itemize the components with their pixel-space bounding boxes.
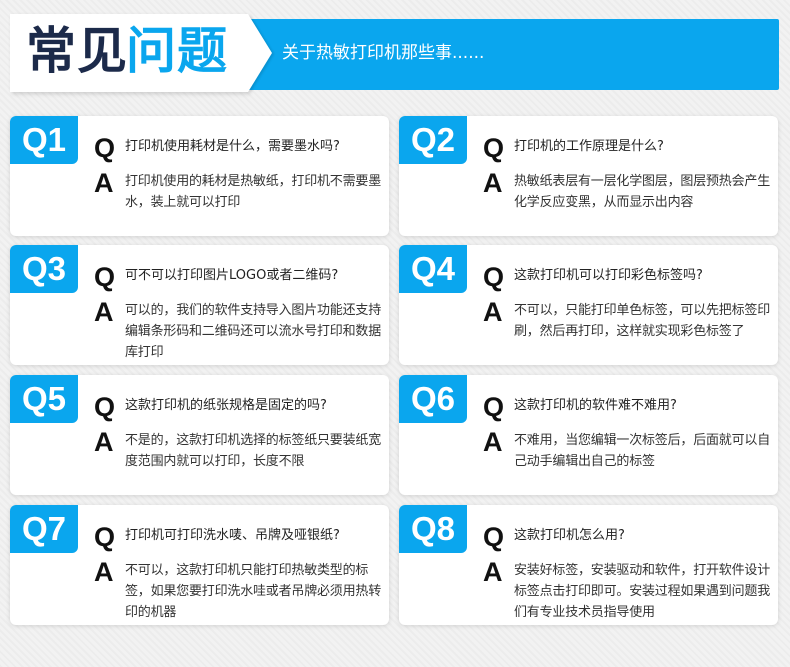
question-text: 这款打印机的纸张规格是固定的吗?	[125, 398, 327, 413]
question-number-tag: Q5	[10, 375, 78, 423]
question-text: 可不可以打印图片LOGO或者二维码?	[125, 268, 339, 283]
answer-letter: A	[483, 427, 503, 457]
faq-card-4: Q4 Q 这款打印机可以打印彩色标签吗? A 不可以，只能打印单色标签，可以先把…	[399, 245, 778, 365]
answer-letter: A	[94, 297, 114, 327]
answer-text: 安装好标签，安装驱动和软件，打开软件设计标签点击打印即可。安装过程如果遇到问题我…	[514, 563, 771, 620]
question-letter: Q	[94, 392, 116, 422]
faq-card-6: Q6 Q 这款打印机的软件难不难用? A 不难用，当您编辑一次标签后，后面就可以…	[399, 375, 778, 495]
page-subtitle: 关于热敏打印机那些事......	[282, 43, 485, 63]
answer-text: 不可以，这款打印机只能打印热敏类型的标签，如果您要打印洗水哇或者吊牌必须用热转印…	[125, 563, 382, 620]
question-text: 这款打印机的软件难不难用?	[514, 398, 677, 413]
answer-letter: A	[94, 427, 114, 457]
faq-card-1: Q1 Q 打印机使用耗材是什么，需要墨水吗? A 打印机使用的耗材是热敏纸，打印…	[10, 116, 389, 236]
answer-text: 不是的，这款打印机选择的标签纸只要装纸宽度范围内就可以打印，长度不限	[125, 433, 382, 469]
faq-card-7: Q7 Q 打印机可打印洗水唛、吊牌及哑银纸? A 不可以，这款打印机只能打印热敏…	[10, 505, 389, 625]
question-number-tag: Q8	[399, 505, 467, 553]
question-letter: Q	[483, 522, 505, 552]
question-number-tag: Q3	[10, 245, 78, 293]
question-letter: Q	[94, 262, 116, 292]
question-number-tag: Q2	[399, 116, 467, 164]
answer-text: 可以的，我们的软件支持导入图片功能还支持编辑条形码和二维码还可以流水号打印和数据…	[125, 303, 382, 360]
faq-card-5: Q5 Q 这款打印机的纸张规格是固定的吗? A 不是的，这款打印机选择的标签纸只…	[10, 375, 389, 495]
question-number-tag: Q4	[399, 245, 467, 293]
answer-text: 不难用，当您编辑一次标签后，后面就可以自己动手编辑出自己的标签	[514, 433, 771, 469]
faq-card-2: Q2 Q 打印机的工作原理是什么? A 热敏纸表层有一层化学图层，图层预热会产生…	[399, 116, 778, 236]
question-number-tag: Q6	[399, 375, 467, 423]
answer-letter: A	[483, 168, 503, 198]
question-letter: Q	[94, 133, 116, 163]
question-letter: Q	[483, 392, 505, 422]
question-number-tag: Q1	[10, 116, 78, 164]
question-letter: Q	[483, 262, 505, 292]
question-number-tag: Q7	[10, 505, 78, 553]
page-title-dark: 常见	[26, 22, 128, 80]
answer-text: 打印机使用的耗材是热敏纸，打印机不需要墨水，装上就可以打印	[125, 174, 382, 210]
answer-letter: A	[94, 168, 114, 198]
answer-text: 不可以，只能打印单色标签，可以先把标签印刷，然后再打印，这样就实现彩色标签了	[514, 303, 771, 339]
question-letter: Q	[94, 522, 116, 552]
page-title-blue: 问题	[126, 22, 228, 80]
faq-card-8: Q8 Q 这款打印机怎么用? A 安装好标签，安装驱动和软件，打开软件设计标签点…	[399, 505, 778, 625]
answer-letter: A	[94, 557, 114, 587]
question-text: 这款打印机怎么用?	[514, 528, 625, 543]
answer-letter: A	[483, 557, 503, 587]
faq-card-3: Q3 Q 可不可以打印图片LOGO或者二维码? A 可以的，我们的软件支持导入图…	[10, 245, 389, 365]
question-text: 打印机的工作原理是什么?	[514, 139, 664, 154]
question-text: 打印机可打印洗水唛、吊牌及哑银纸?	[125, 528, 340, 543]
question-text: 这款打印机可以打印彩色标签吗?	[514, 268, 703, 283]
title-arrow	[248, 14, 272, 92]
question-text: 打印机使用耗材是什么，需要墨水吗?	[125, 139, 340, 154]
question-letter: Q	[483, 133, 505, 163]
answer-letter: A	[483, 297, 503, 327]
answer-text: 热敏纸表层有一层化学图层，图层预热会产生化学反应变黑，从而显示出内容	[514, 174, 771, 210]
